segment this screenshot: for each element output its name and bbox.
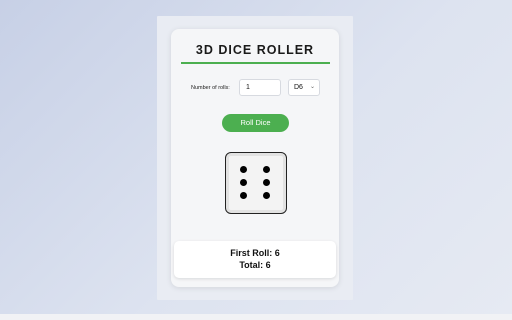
die-pip <box>240 166 247 173</box>
die-face <box>225 152 287 214</box>
rolls-label: Number of rolls: <box>191 85 230 91</box>
die-type-select[interactable]: D6 ⌄ <box>288 79 320 96</box>
rolls-input-value: 1 <box>246 84 250 91</box>
results-panel: First Roll: 6 Total: 6 <box>174 241 336 278</box>
title-divider <box>181 62 330 64</box>
die-pip <box>263 166 270 173</box>
die-type-value: D6 <box>294 84 303 91</box>
die-pip <box>263 192 270 199</box>
first-roll-result: First Roll: 6 <box>230 248 280 258</box>
die-pip <box>240 192 247 199</box>
chevron-down-icon: ⌄ <box>309 84 315 90</box>
rolls-input[interactable]: 1 <box>239 79 281 96</box>
window-bottom-edge <box>0 314 512 320</box>
die-pip <box>263 179 270 186</box>
dice-roller-card: 3D DICE ROLLER Number of rolls: 1 D6 ⌄ R… <box>171 29 339 287</box>
app-title: 3D DICE ROLLER <box>195 43 315 57</box>
total-result: Total: 6 <box>239 260 271 270</box>
roll-dice-button[interactable]: Roll Dice <box>222 114 289 132</box>
die-pip <box>240 179 247 186</box>
